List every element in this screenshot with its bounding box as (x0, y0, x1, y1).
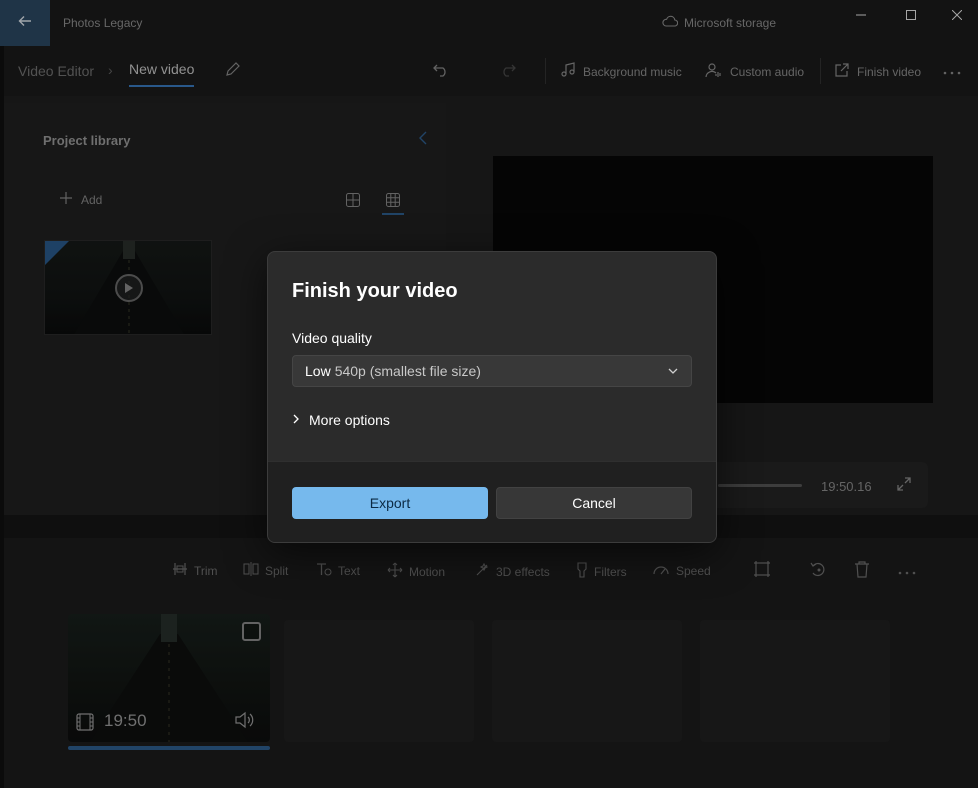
finish-video-dialog: Finish your video Video quality Low 540p… (267, 251, 717, 543)
app-window: Photos Legacy Microsoft storage Video Ed… (0, 0, 978, 788)
chevron-down-icon (667, 364, 679, 380)
more-options-label: More options (309, 412, 390, 428)
chevron-right-icon (292, 412, 300, 428)
dialog-footer: Export Cancel (268, 461, 716, 542)
export-button[interactable]: Export (292, 487, 488, 519)
more-options-toggle[interactable]: More options (292, 412, 390, 428)
cancel-button[interactable]: Cancel (496, 487, 692, 519)
video-quality-dropdown[interactable]: Low 540p (smallest file size) (292, 355, 692, 387)
quality-selected-detail: 540p (smallest file size) (334, 363, 481, 379)
dialog-title: Finish your video (292, 280, 458, 302)
video-quality-label: Video quality (292, 330, 372, 346)
quality-selected-main: Low (305, 363, 331, 379)
